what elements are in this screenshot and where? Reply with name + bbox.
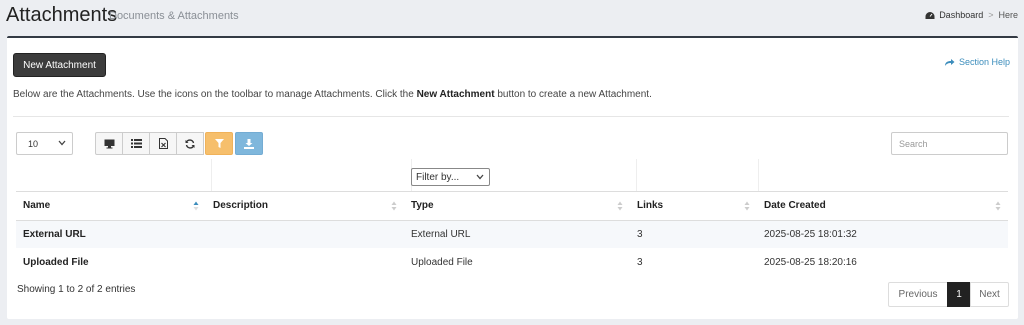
page-length-select[interactable]: 10 bbox=[16, 132, 73, 155]
column-header-name[interactable]: Name bbox=[16, 192, 206, 221]
attachments-table: Name Description Type Links Date Created bbox=[16, 192, 1008, 276]
pagination-next[interactable]: Next bbox=[970, 282, 1009, 307]
filter-row: Filter by... bbox=[16, 159, 1008, 192]
list-view-button[interactable] bbox=[122, 132, 150, 155]
column-visibility-button[interactable] bbox=[95, 132, 123, 155]
column-header-type[interactable]: Type bbox=[404, 192, 630, 221]
sort-icon bbox=[617, 201, 623, 211]
table-row[interactable]: Uploaded File Uploaded File 3 2025-08-25… bbox=[16, 248, 1008, 276]
column-header-date-created[interactable]: Date Created bbox=[757, 192, 1008, 221]
search-input[interactable]: Search bbox=[891, 132, 1008, 155]
column-header-description[interactable]: Description bbox=[206, 192, 404, 221]
breadcrumb-dashboard[interactable]: Dashboard bbox=[939, 10, 983, 20]
sort-icon bbox=[391, 201, 397, 211]
pagination: Previous 1 Next bbox=[888, 282, 1009, 307]
cell-name[interactable]: External URL bbox=[16, 220, 206, 248]
refresh-icon bbox=[185, 138, 195, 149]
intro-text-emphasis: New Attachment bbox=[416, 89, 495, 100]
filter-icon bbox=[214, 139, 224, 148]
column-header-label: Links bbox=[637, 200, 664, 212]
cell-links: 3 bbox=[630, 220, 757, 248]
table-info: Showing 1 to 2 of 2 entries bbox=[17, 284, 136, 295]
cell-type: External URL bbox=[404, 220, 630, 248]
section-help-link[interactable]: Section Help bbox=[944, 57, 1010, 67]
content-box: New Attachment Section Help Below are th… bbox=[7, 36, 1018, 319]
intro-text-end: button to create a new Attachment. bbox=[494, 89, 652, 100]
breadcrumb-current: Here bbox=[998, 10, 1018, 20]
export-file-icon bbox=[158, 138, 168, 149]
download-button[interactable] bbox=[235, 132, 263, 155]
cell-type: Uploaded File bbox=[411, 256, 473, 268]
page-header: Attachments Documents & Attachments Dash… bbox=[0, 0, 1024, 34]
cell-name[interactable]: Uploaded File bbox=[16, 248, 206, 276]
new-attachment-button[interactable]: New Attachment bbox=[13, 53, 106, 77]
cell-links: 3 bbox=[637, 256, 643, 268]
cell-description bbox=[206, 248, 404, 276]
column-divider bbox=[636, 159, 637, 191]
filter-button[interactable] bbox=[205, 132, 233, 155]
table-row[interactable]: External URL External URL 3 2025-08-25 1… bbox=[16, 220, 1008, 248]
filter-by-value: Filter by... bbox=[416, 171, 460, 183]
cell-date-created: 2025-08-25 18:20:16 bbox=[764, 256, 857, 268]
toolbar bbox=[95, 132, 263, 155]
column-header-label: Description bbox=[213, 200, 269, 212]
share-arrow-icon bbox=[944, 58, 955, 66]
page-length-value: 10 bbox=[28, 138, 39, 149]
page-title: Attachments bbox=[6, 4, 118, 26]
section-help-label: Section Help bbox=[958, 57, 1010, 67]
pagination-page-1[interactable]: 1 bbox=[947, 282, 971, 307]
cell-description bbox=[206, 220, 404, 248]
column-divider bbox=[758, 159, 759, 191]
column-divider bbox=[211, 159, 212, 191]
table-header-row: Name Description Type Links Date Created bbox=[16, 192, 1008, 221]
pagination-previous[interactable]: Previous bbox=[888, 282, 948, 307]
filter-by-select[interactable]: Filter by... bbox=[411, 168, 490, 186]
column-header-label: Type bbox=[411, 200, 434, 212]
divider bbox=[13, 116, 1009, 117]
breadcrumb: Dashboard > Here bbox=[925, 10, 1018, 20]
dashboard-icon bbox=[925, 11, 935, 19]
intro-text-start: Below are the Attachments. Use the icons… bbox=[13, 89, 417, 100]
export-button[interactable] bbox=[149, 132, 177, 155]
page-subtitle: Documents & Attachments bbox=[109, 10, 239, 22]
column-header-label: Date Created bbox=[764, 200, 826, 212]
refresh-button[interactable] bbox=[176, 132, 204, 155]
breadcrumb-separator: > bbox=[988, 10, 994, 20]
chevron-down-icon bbox=[476, 174, 484, 180]
sort-icon bbox=[744, 201, 750, 211]
sort-icon bbox=[995, 201, 1001, 211]
monitor-icon bbox=[104, 139, 114, 148]
download-icon bbox=[244, 138, 254, 149]
intro-text: Below are the Attachments. Use the icons… bbox=[13, 89, 652, 100]
sort-asc-icon bbox=[193, 201, 199, 211]
column-header-label: Name bbox=[23, 200, 51, 212]
chevron-down-icon bbox=[58, 140, 66, 146]
list-icon bbox=[130, 139, 142, 148]
cell-date-created: 2025-08-25 18:01:32 bbox=[757, 220, 1008, 248]
column-header-links[interactable]: Links bbox=[630, 192, 757, 221]
